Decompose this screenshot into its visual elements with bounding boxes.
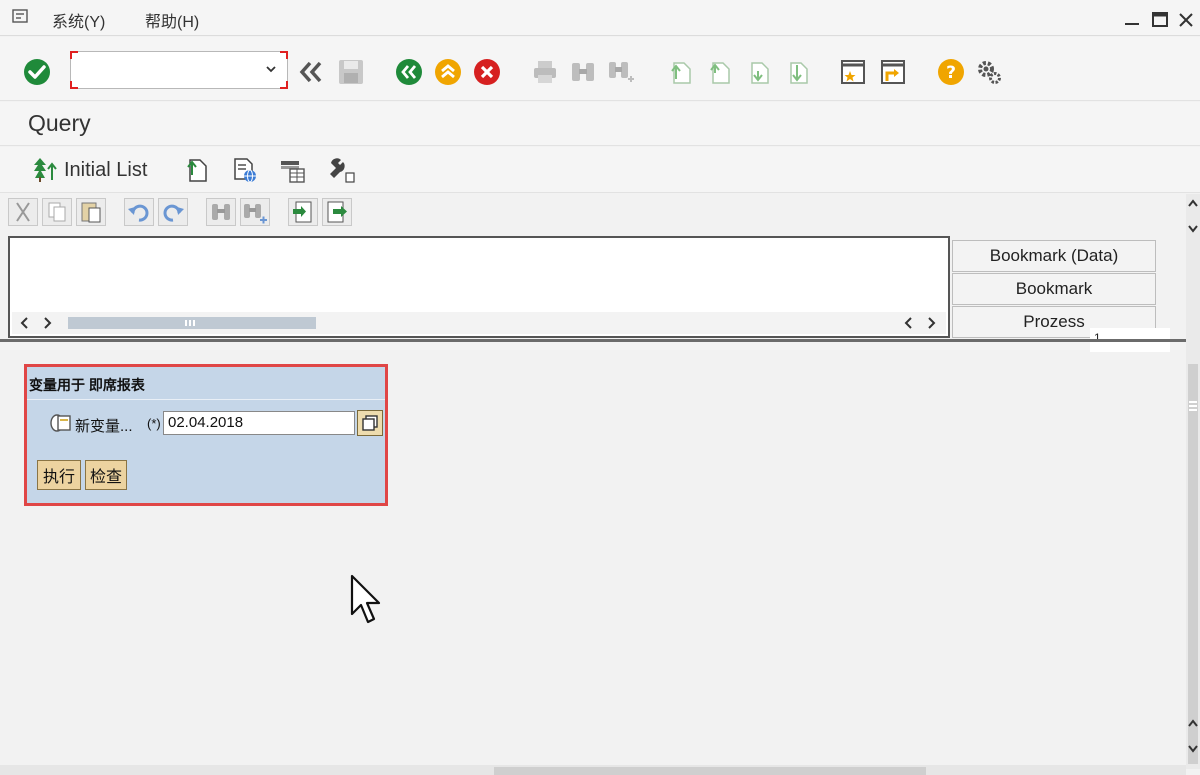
- exit-icon[interactable]: [433, 57, 463, 87]
- table-layout-icon[interactable]: [278, 155, 308, 185]
- document-up-icon[interactable]: [182, 155, 212, 185]
- application-toolbar: Initial List: [0, 147, 1200, 193]
- enter-icon[interactable]: [22, 57, 52, 87]
- variable-value-input[interactable]: 02.04.2018: [163, 411, 355, 435]
- chevron-down-icon[interactable]: [1187, 222, 1199, 234]
- maximize-icon[interactable]: [1150, 10, 1170, 30]
- paste-icon: [81, 202, 101, 223]
- scrollbar-thumb[interactable]: [494, 767, 926, 775]
- menu-item-system[interactable]: 系统(Y): [52, 8, 105, 32]
- check-button[interactable]: 检查: [85, 460, 127, 490]
- import-button[interactable]: [288, 198, 318, 226]
- standard-toolbar: ?: [0, 37, 1200, 101]
- help-icon[interactable]: ?: [936, 57, 966, 87]
- create-session-icon[interactable]: [838, 57, 868, 87]
- corner-mark: [70, 81, 78, 89]
- variables-dialog: 变量用于 即席报表 新变量... (*) 02.04.2018 执行 检查: [24, 364, 388, 506]
- paste-button[interactable]: [76, 198, 106, 226]
- scroll-left-icon[interactable]: [18, 316, 30, 330]
- initial-list-label: Initial List: [64, 158, 148, 181]
- print-icon[interactable]: [530, 57, 560, 87]
- scroll-right-icon[interactable]: [42, 316, 54, 330]
- shortcut-icon[interactable]: [878, 57, 908, 87]
- tab-bookmark-data[interactable]: Bookmark (Data): [952, 240, 1156, 272]
- mouse-cursor-icon: [350, 574, 381, 624]
- execute-button[interactable]: 执行: [37, 460, 81, 490]
- tab-bookmark[interactable]: Bookmark: [952, 273, 1156, 305]
- value-help-icon: [362, 415, 378, 431]
- redo-icon: [163, 204, 184, 222]
- page-title: Query: [28, 110, 91, 136]
- grip-icon: [185, 320, 195, 326]
- minimize-icon[interactable]: [1122, 10, 1142, 30]
- horizontal-scrollbar[interactable]: [12, 312, 946, 334]
- chevron-down-icon[interactable]: [1187, 742, 1199, 754]
- edit-toolbar: [0, 194, 1185, 232]
- cancel-icon[interactable]: [472, 57, 502, 87]
- find-icon[interactable]: [568, 57, 598, 87]
- last-page-icon[interactable]: [783, 57, 813, 87]
- corner-mark: [280, 51, 288, 59]
- corner-mark: [70, 51, 78, 59]
- chevron-up-icon[interactable]: [1187, 718, 1199, 730]
- import-icon: [293, 201, 312, 223]
- find-button[interactable]: [206, 198, 236, 226]
- title-separator: [27, 399, 385, 400]
- settings-icon[interactable]: [974, 57, 1004, 87]
- chevron-down-icon[interactable]: [265, 63, 277, 75]
- value-help-button[interactable]: [357, 410, 383, 436]
- scroll-right-icon[interactable]: [926, 316, 938, 330]
- scrollbar-thumb[interactable]: [1188, 364, 1198, 764]
- navigation-pane: [8, 236, 950, 338]
- export-icon: [327, 201, 347, 223]
- scroll-left-icon[interactable]: [902, 316, 914, 330]
- variable-label: 新变量...: [75, 418, 133, 435]
- redo-button[interactable]: [158, 198, 188, 226]
- horizontal-scrollbar[interactable]: [0, 765, 1186, 775]
- menu-icon[interactable]: [12, 9, 28, 23]
- corner-mark: [280, 81, 288, 89]
- undo-button[interactable]: [124, 198, 154, 226]
- binoculars-plus-icon: [244, 204, 267, 224]
- back-icon[interactable]: [394, 57, 424, 87]
- cut-button[interactable]: [8, 198, 38, 226]
- grip-icon: [1189, 401, 1197, 411]
- chevron-up-icon[interactable]: [1187, 198, 1199, 210]
- vertical-scrollbar[interactable]: [1186, 194, 1200, 769]
- tree-up-icon: [34, 158, 57, 182]
- first-page-icon[interactable]: [666, 57, 696, 87]
- find-next-button[interactable]: [240, 198, 270, 226]
- undo-icon: [128, 204, 149, 222]
- binoculars-icon: [212, 204, 230, 220]
- menu-bar: 系统(Y) 帮助(H): [0, 0, 1200, 36]
- copy-button[interactable]: [42, 198, 72, 226]
- variables-dialog-title: 变量用于 即席报表: [29, 377, 145, 393]
- initial-list-button[interactable]: Initial List: [30, 155, 147, 185]
- variable-icon: [50, 414, 71, 432]
- svg-text:?: ?: [946, 63, 956, 83]
- command-field[interactable]: [70, 51, 288, 89]
- close-icon[interactable]: [1176, 10, 1196, 30]
- title-bar: Query: [0, 102, 1200, 146]
- web-document-icon[interactable]: [230, 155, 260, 185]
- next-page-icon[interactable]: [744, 57, 774, 87]
- export-button[interactable]: [322, 198, 352, 226]
- back-arrows-icon[interactable]: [296, 57, 326, 87]
- command-input[interactable]: [71, 52, 261, 88]
- previous-page-icon[interactable]: [705, 57, 735, 87]
- scissors-icon: [16, 202, 30, 222]
- required-marker: (*): [147, 416, 161, 431]
- find-next-icon[interactable]: [606, 57, 636, 87]
- menu-item-help[interactable]: 帮助(H): [145, 8, 199, 32]
- splitter[interactable]: [0, 339, 1186, 342]
- wrench-icon[interactable]: [326, 155, 356, 185]
- copy-icon: [48, 202, 66, 222]
- save-icon[interactable]: [336, 57, 366, 87]
